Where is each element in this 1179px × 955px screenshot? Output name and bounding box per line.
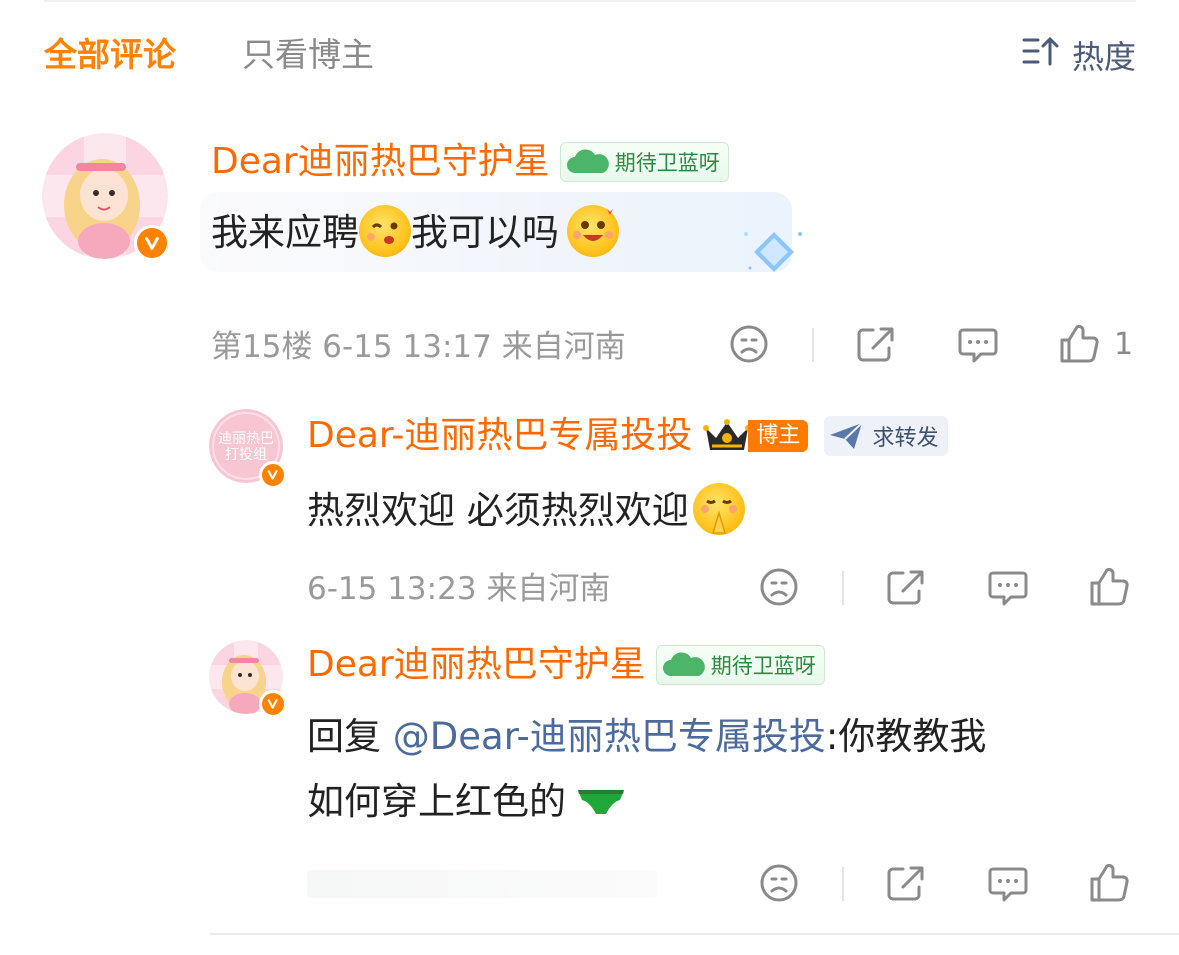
- reply-text: 回复 @Dear-迪丽热巴专属投投:你教教我: [307, 709, 986, 765]
- share-button[interactable]: [885, 567, 927, 607]
- avatar[interactable]: [42, 133, 170, 261]
- like-count: 1: [1114, 326, 1134, 362]
- avatar-text: 迪丽热巴: [218, 431, 274, 447]
- like-button[interactable]: 1: [1058, 324, 1133, 364]
- sad-face-icon: [730, 325, 768, 363]
- reply-button[interactable]: [987, 863, 1029, 903]
- reply-meta: 6-15 13:23 来自河南: [307, 571, 611, 607]
- forward-badge[interactable]: 求转发: [824, 416, 949, 456]
- comment-text-part: 我可以吗: [411, 211, 559, 254]
- paper-plane-icon: [830, 422, 864, 449]
- bottom-divider: [210, 933, 1179, 935]
- host-badge-label: 博主: [748, 420, 809, 452]
- dislike-button[interactable]: [758, 863, 800, 903]
- verified-v-icon: [259, 690, 287, 718]
- action-divider: [842, 867, 844, 901]
- share-icon: [857, 327, 894, 362]
- comment-text: 我来应聘 我可以吗: [211, 204, 619, 261]
- like-button[interactable]: [1088, 863, 1130, 903]
- thumbs-up-icon: [1090, 567, 1129, 606]
- reply-prefix: 回复: [307, 715, 393, 758]
- reply-header: Dear-迪丽热巴专属投投 博主 求转发: [307, 414, 949, 458]
- diamond-decoration-icon: [744, 232, 802, 272]
- excited-emoji-icon: [567, 204, 619, 257]
- share-button[interactable]: [855, 324, 897, 364]
- reply-text: 热烈欢迎 必须热烈欢迎: [307, 482, 745, 539]
- comment-bubble-icon: [988, 867, 1028, 902]
- share-button[interactable]: [885, 863, 927, 903]
- sort-button[interactable]: 热度: [1022, 30, 1136, 80]
- comment-text-part: 我来应聘: [211, 211, 359, 254]
- pleading-hands-emoji-icon: [692, 482, 745, 535]
- reply-header: Dear迪丽热巴守护星 期待卫蓝呀: [307, 643, 825, 687]
- top-divider: [44, 0, 1136, 2]
- comment-bubble-icon: [988, 571, 1028, 606]
- tab-host-only[interactable]: 只看博主: [242, 30, 374, 80]
- sad-face-icon: [760, 864, 798, 902]
- dislike-button[interactable]: [728, 324, 770, 364]
- cloud-icon: [662, 652, 705, 676]
- verified-v-icon: [134, 225, 170, 261]
- crown-icon: [703, 419, 752, 450]
- forward-badge-label: 求转发: [872, 426, 939, 451]
- fan-badge-label: 期待卫蓝呀: [710, 654, 816, 678]
- verified-v-icon: [259, 461, 287, 489]
- dislike-button[interactable]: [758, 567, 800, 607]
- reply-text-content: 如何穿上红色的: [307, 780, 566, 823]
- sad-face-icon: [760, 568, 798, 606]
- sort-icon: [1022, 34, 1060, 76]
- comment-tabs: 全部评论 只看博主 热度: [44, 30, 1136, 80]
- share-icon: [887, 866, 924, 901]
- avatar[interactable]: [209, 640, 287, 718]
- reply-button[interactable]: [987, 567, 1029, 607]
- username[interactable]: Dear迪丽热巴守护星: [211, 140, 550, 184]
- thumbs-up-icon: [1090, 863, 1129, 902]
- wink-kiss-emoji-icon: [359, 204, 411, 257]
- avatar[interactable]: 迪丽热巴 打投组: [209, 409, 287, 489]
- fan-badge-label: 期待卫蓝呀: [614, 151, 720, 175]
- action-divider: [812, 328, 814, 362]
- tab-all-comments[interactable]: 全部评论: [44, 30, 176, 80]
- mention-link[interactable]: @Dear-迪丽热巴专属投投: [393, 715, 826, 758]
- fan-badge[interactable]: 期待卫蓝呀: [655, 645, 825, 685]
- comment-meta: 第15楼 6-15 13:17 来自河南: [211, 329, 626, 365]
- comment-header: Dear迪丽热巴守护星 期待卫蓝呀: [211, 140, 729, 184]
- thumbs-up-icon: [1060, 324, 1099, 363]
- action-divider: [842, 571, 844, 605]
- reply-text-content: 热烈欢迎 必须热烈欢迎: [307, 489, 689, 532]
- username[interactable]: Dear-迪丽热巴专属投投: [307, 414, 692, 458]
- fan-badge[interactable]: 期待卫蓝呀: [559, 142, 729, 182]
- host-badge: 博主: [702, 417, 809, 455]
- comment-bubble-icon: [958, 328, 998, 363]
- sort-label: 热度: [1071, 38, 1136, 76]
- like-button[interactable]: [1088, 567, 1130, 607]
- reply-text-content: :你教教我: [825, 715, 987, 758]
- cloud-icon: [566, 149, 609, 173]
- blank-meta-placeholder: [307, 870, 657, 898]
- reply-text-line2: 如何穿上红色的: [307, 774, 626, 830]
- username[interactable]: Dear迪丽热巴守护星: [307, 643, 646, 687]
- green-underwear-emoji-icon: [578, 789, 624, 814]
- reply-button[interactable]: [957, 324, 999, 364]
- share-icon: [887, 570, 924, 605]
